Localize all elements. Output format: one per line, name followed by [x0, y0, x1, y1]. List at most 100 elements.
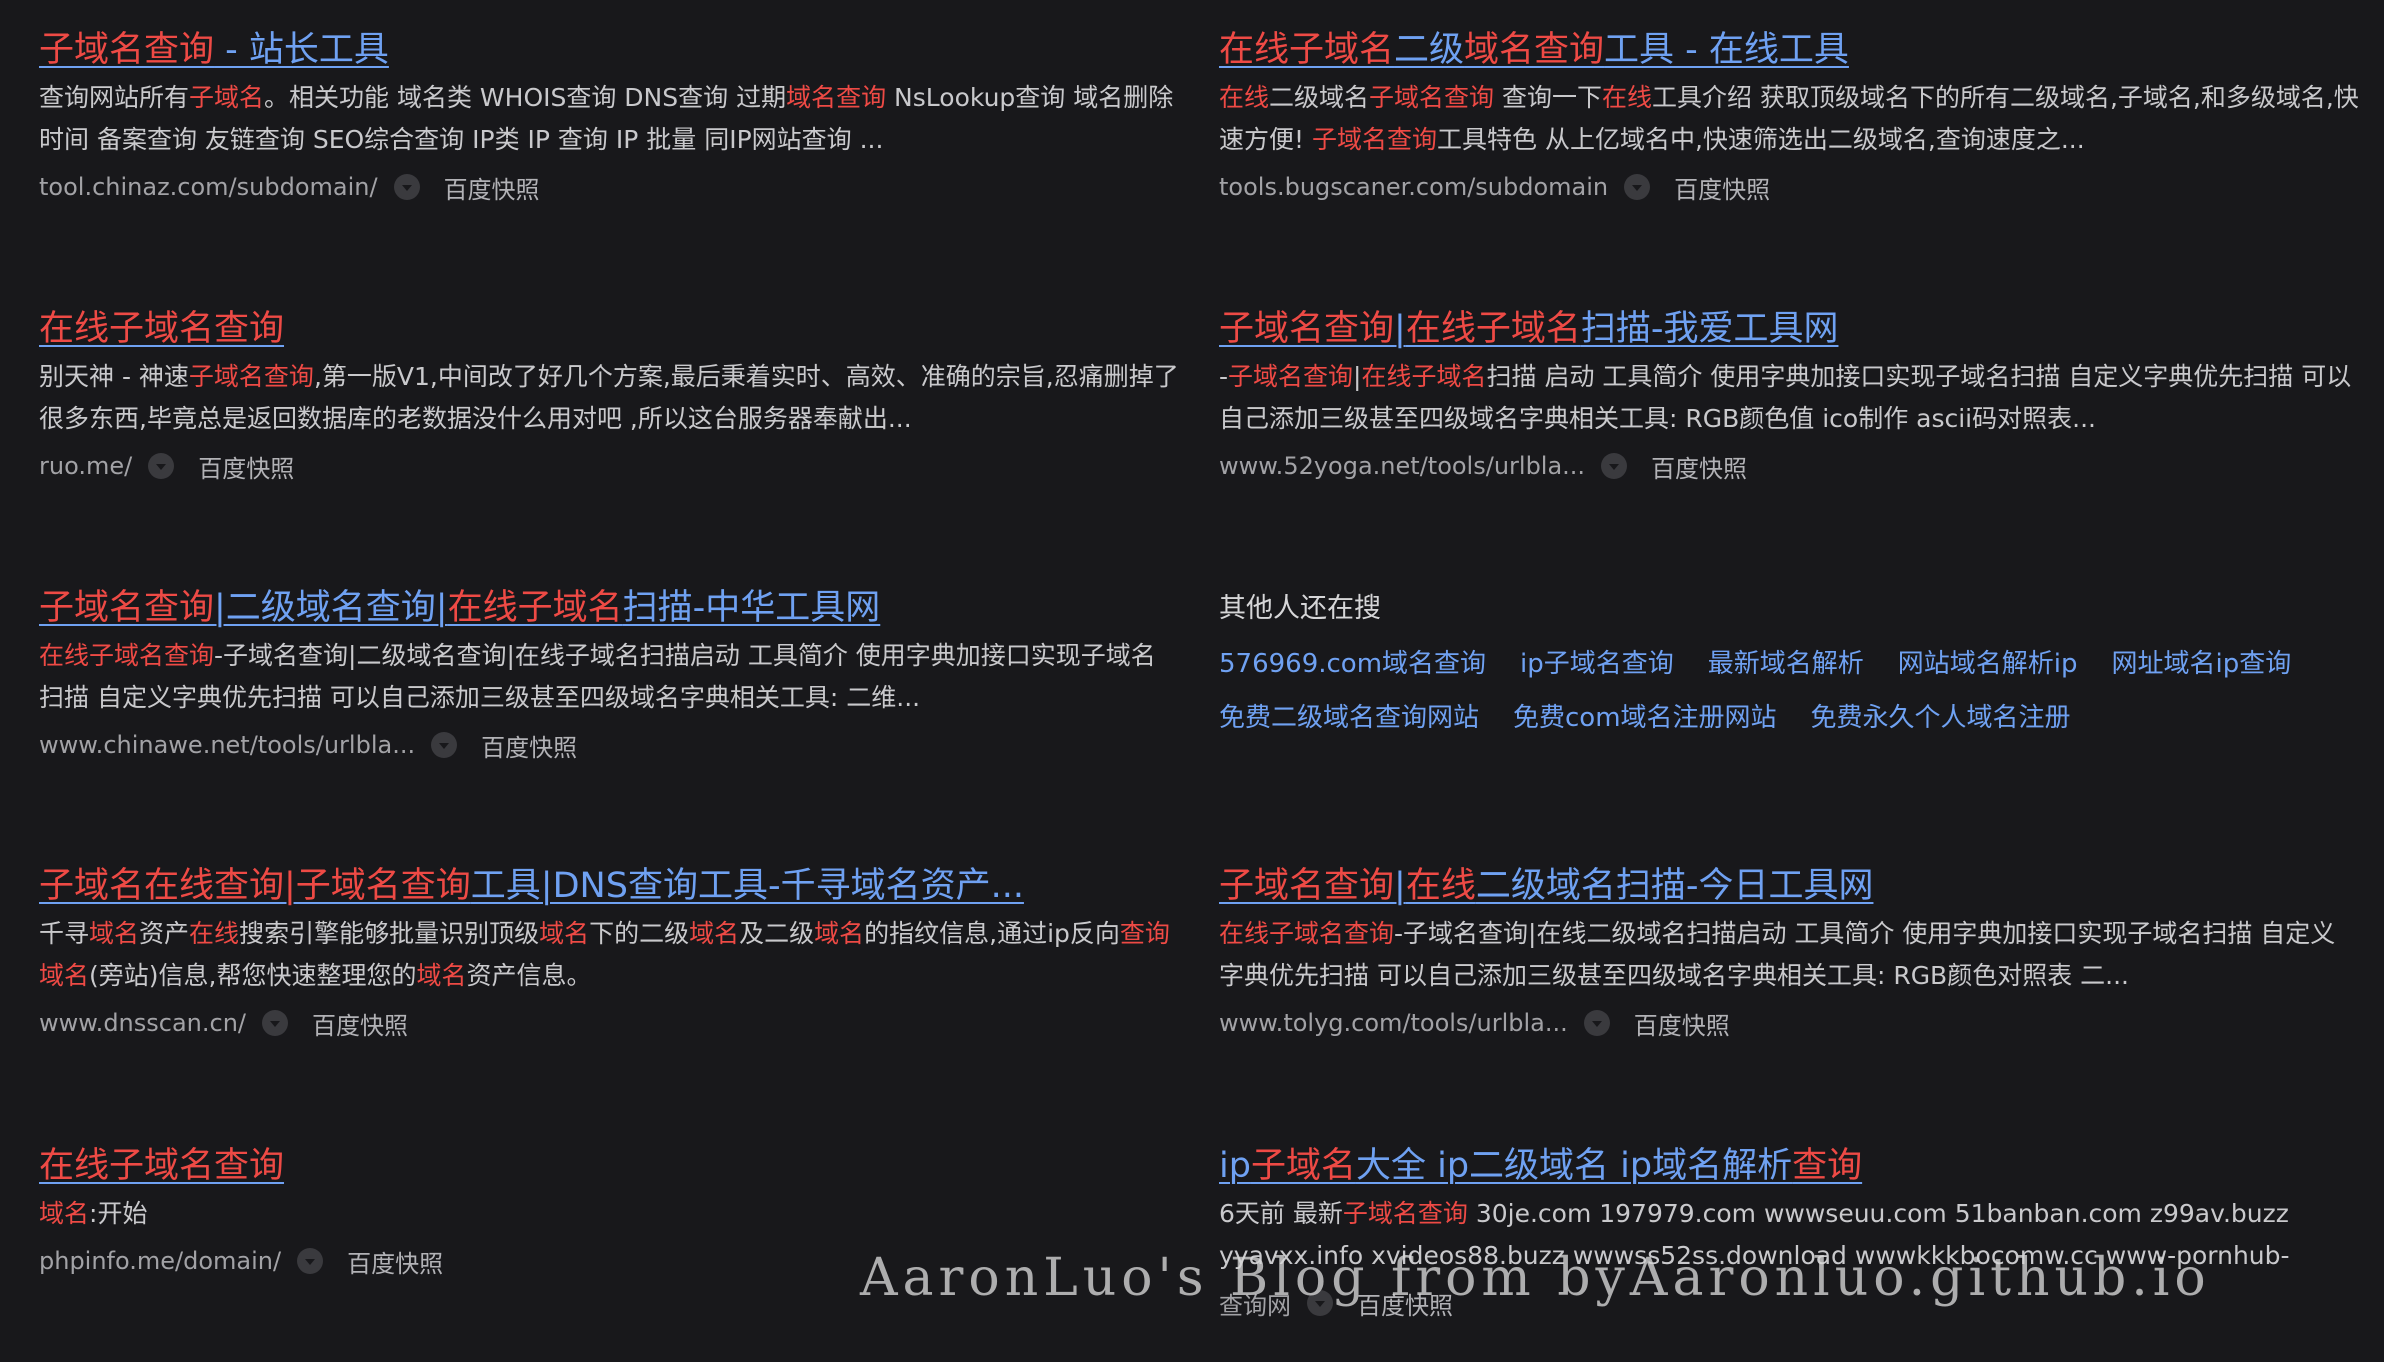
result-snippet: 6天前 最新子域名查询 30je.com 197979.com wwwseuu.…	[1219, 1193, 2359, 1277]
chevron-down-icon[interactable]	[1583, 1010, 1610, 1036]
chevron-down-icon[interactable]	[1307, 1290, 1333, 1316]
snippet-text: 别天神 - 神速	[39, 362, 189, 391]
title-text: 工具|DNS查询工具-千寻域名资产...	[470, 866, 1024, 906]
snippet-text: 查询一下	[1494, 83, 1602, 112]
snippet-highlight: 子域名查询	[1311, 125, 1437, 154]
baidu-cache-link[interactable]: 百度快照	[1674, 170, 1770, 205]
baidu-cache-link[interactable]: 百度快照	[347, 1244, 443, 1279]
chevron-down-icon[interactable]	[1624, 174, 1651, 200]
title-text: ip	[1219, 1146, 1251, 1186]
result-snippet: 千寻域名资产在线搜索引擎能够批量识别顶级域名下的二级域名及二级域名的指纹信息,通…	[39, 913, 1179, 997]
related-search-link[interactable]: 网站域名解析ip	[1898, 643, 2078, 680]
snippet-highlight: 域名	[89, 919, 140, 948]
title-highlight: 子域名在线查询|子域名查询	[39, 866, 471, 906]
result-snippet: 在线子域名查询-子域名查询|在线二级域名扫描启动 工具简介 使用字典加接口实现子…	[1219, 913, 2359, 997]
result-meta: www.chinawe.net/tools/urlbla... 百度快照	[39, 727, 1179, 763]
baidu-cache-link[interactable]: 百度快照	[1357, 1286, 1453, 1321]
title-text: 扫描-中华工具网	[622, 588, 881, 628]
chevron-down-icon[interactable]	[297, 1248, 324, 1274]
title-text: 二级	[1394, 30, 1465, 70]
result-title-link[interactable]: 子域名查询|在线子域名扫描-我爱工具网	[1219, 305, 2359, 353]
baidu-cache-link[interactable]: 百度快照	[481, 728, 577, 763]
result-url[interactable]: tools.bugscaner.com/subdomain	[1219, 173, 1608, 201]
related-searches-row: 576969.com域名查询 ip子域名查询 最新域名解析 网站域名解析ip 网…	[1219, 635, 2359, 687]
snippet-highlight: 子域名查询	[1342, 1199, 1468, 1228]
related-search-link[interactable]: 免费com域名注册网站	[1513, 697, 1777, 734]
result-item: ip子域名大全 ip二级域名 ip域名解析查询 6天前 最新子域名查询 30je…	[1219, 1142, 2359, 1321]
title-highlight: 子域名	[1250, 1146, 1356, 1186]
result-title-link[interactable]: 子域名在线查询|子域名查询工具|DNS查询工具-千寻域名资产...	[39, 862, 1179, 910]
baidu-cache-link[interactable]: 百度快照	[198, 449, 294, 484]
result-title-link[interactable]: 在线子域名二级域名查询工具 - 在线工具	[1219, 26, 2359, 74]
snippet-highlight: 子域名	[189, 83, 265, 112]
snippet-highlight: 域名	[814, 919, 865, 948]
result-url[interactable]: 查询网	[1219, 1286, 1291, 1321]
search-results-page: 子域名查询 - 站长工具 查询网站所有子域名。相关功能 域名类 WHOIS查询 …	[0, 0, 2384, 1362]
snippet-highlight: 域名	[416, 961, 467, 990]
chevron-down-icon[interactable]	[431, 732, 458, 758]
baidu-cache-link[interactable]: 百度快照	[312, 1006, 408, 1041]
result-url[interactable]: www.tolyg.com/tools/urlbla...	[1219, 1009, 1568, 1037]
snippet-highlight: 子域名查询	[188, 362, 314, 391]
result-snippet: 别天神 - 神速子域名查询,第一版V1,中间改了好几个方案,最后秉着实时、高效、…	[39, 356, 1179, 440]
snippet-text: 查询网站所有	[39, 83, 190, 112]
result-title-link[interactable]: 在线子域名查询	[39, 1142, 1179, 1190]
result-url[interactable]: tool.chinaz.com/subdomain/	[39, 173, 378, 201]
result-url[interactable]: phpinfo.me/domain/	[39, 1247, 281, 1275]
snippet-highlight: 子域名查询	[1369, 83, 1495, 112]
result-meta: www.dnsscan.cn/ 百度快照	[39, 1005, 1179, 1041]
title-text: - 站长工具	[214, 30, 389, 70]
chevron-down-icon[interactable]	[262, 1010, 288, 1036]
title-text: |	[1394, 866, 1406, 906]
result-snippet: -子域名查询|在线子域名扫描 启动 工具简介 使用字典加接口实现子域名扫描 自定…	[1219, 356, 2359, 440]
result-title-link[interactable]: 子域名查询|二级域名查询|在线子域名扫描-中华工具网	[39, 584, 1179, 632]
related-search-link[interactable]: 免费二级域名查询网站	[1219, 697, 1479, 734]
chevron-down-icon[interactable]	[148, 453, 175, 479]
result-item: 子域名查询 - 站长工具 查询网站所有子域名。相关功能 域名类 WHOIS查询 …	[39, 26, 1179, 205]
related-searches: 其他人还在搜 576969.com域名查询 ip子域名查询 最新域名解析 网站域…	[1219, 585, 2359, 741]
result-title-link[interactable]: ip子域名大全 ip二级域名 ip域名解析查询	[1219, 1142, 2359, 1190]
result-snippet: 查询网站所有子域名。相关功能 域名类 WHOIS查询 DNS查询 过期域名查询 …	[39, 77, 1179, 161]
result-snippet: 在线二级域名子域名查询 查询一下在线工具介绍 获取顶级域名下的所有二级域名,子域…	[1219, 77, 2359, 161]
result-url[interactable]: www.52yoga.net/tools/urlbla...	[1219, 452, 1585, 480]
related-search-link[interactable]: 网址域名ip查询	[2112, 643, 2292, 680]
result-item: 在线子域名二级域名查询工具 - 在线工具 在线二级域名子域名查询 查询一下在线工…	[1219, 26, 2359, 205]
related-search-link[interactable]: 免费永久个人域名注册	[1811, 697, 2071, 734]
result-item: 在线子域名查询 域名:开始 phpinfo.me/domain/ 百度快照	[39, 1142, 1179, 1279]
chevron-down-icon[interactable]	[393, 174, 420, 200]
result-title-link[interactable]: 子域名查询|在线二级域名扫描-今日工具网	[1219, 862, 2359, 910]
baidu-cache-link[interactable]: 百度快照	[1651, 449, 1747, 484]
related-search-link[interactable]: 最新域名解析	[1708, 643, 1864, 680]
result-url[interactable]: www.chinawe.net/tools/urlbla...	[39, 731, 415, 759]
related-searches-title: 其他人还在搜	[1219, 593, 1381, 624]
result-url[interactable]: ruo.me/	[39, 452, 132, 480]
baidu-cache-link[interactable]: 百度快照	[1634, 1006, 1730, 1041]
result-meta: www.tolyg.com/tools/urlbla... 百度快照	[1219, 1005, 2359, 1041]
snippet-text: 搜索引擎能够批量识别顶级	[239, 919, 540, 948]
snippet-highlight: 域名	[539, 919, 590, 948]
result-url[interactable]: www.dnsscan.cn/	[39, 1009, 246, 1037]
result-item: 子域名查询|在线子域名扫描-我爱工具网 -子域名查询|在线子域名扫描 启动 工具…	[1219, 305, 2359, 484]
related-search-link[interactable]: ip子域名查询	[1520, 643, 1674, 680]
snippet-highlight: 在线子域名	[1361, 362, 1487, 391]
result-meta: www.52yoga.net/tools/urlbla... 百度快照	[1219, 448, 2359, 484]
baidu-cache-link[interactable]: 百度快照	[444, 170, 540, 205]
title-highlight: 子域名查询	[39, 30, 215, 70]
result-title-link[interactable]: 子域名查询 - 站长工具	[39, 26, 1179, 74]
snippet-text: 及二级	[739, 919, 815, 948]
result-snippet: 在线子域名查询-子域名查询|二级域名查询|在线子域名扫描启动 工具简介 使用字典…	[39, 635, 1179, 719]
chevron-down-icon[interactable]	[1601, 453, 1628, 479]
snippet-text: :开始	[89, 1199, 148, 1228]
title-highlight: 在线子域名	[1219, 30, 1395, 70]
result-item: 子域名查询|二级域名查询|在线子域名扫描-中华工具网 在线子域名查询-子域名查询…	[39, 584, 1179, 763]
title-highlight: 在线子域名查询	[39, 309, 285, 349]
title-highlight: 子域名查询	[39, 588, 215, 628]
related-searches-row: 免费二级域名查询网站 免费com域名注册网站 免费永久个人域名注册	[1219, 689, 2359, 741]
result-snippet: 域名:开始	[39, 1193, 1179, 1235]
related-search-link[interactable]: 576969.com域名查询	[1219, 643, 1486, 680]
snippet-highlight: 在线子域名查询	[1219, 919, 1395, 948]
snippet-text: 资产	[139, 919, 190, 948]
title-highlight: 在线	[1405, 866, 1476, 906]
snippet-text: 6天前 最新	[1219, 1199, 1343, 1228]
result-title-link[interactable]: 在线子域名查询	[39, 305, 1179, 353]
